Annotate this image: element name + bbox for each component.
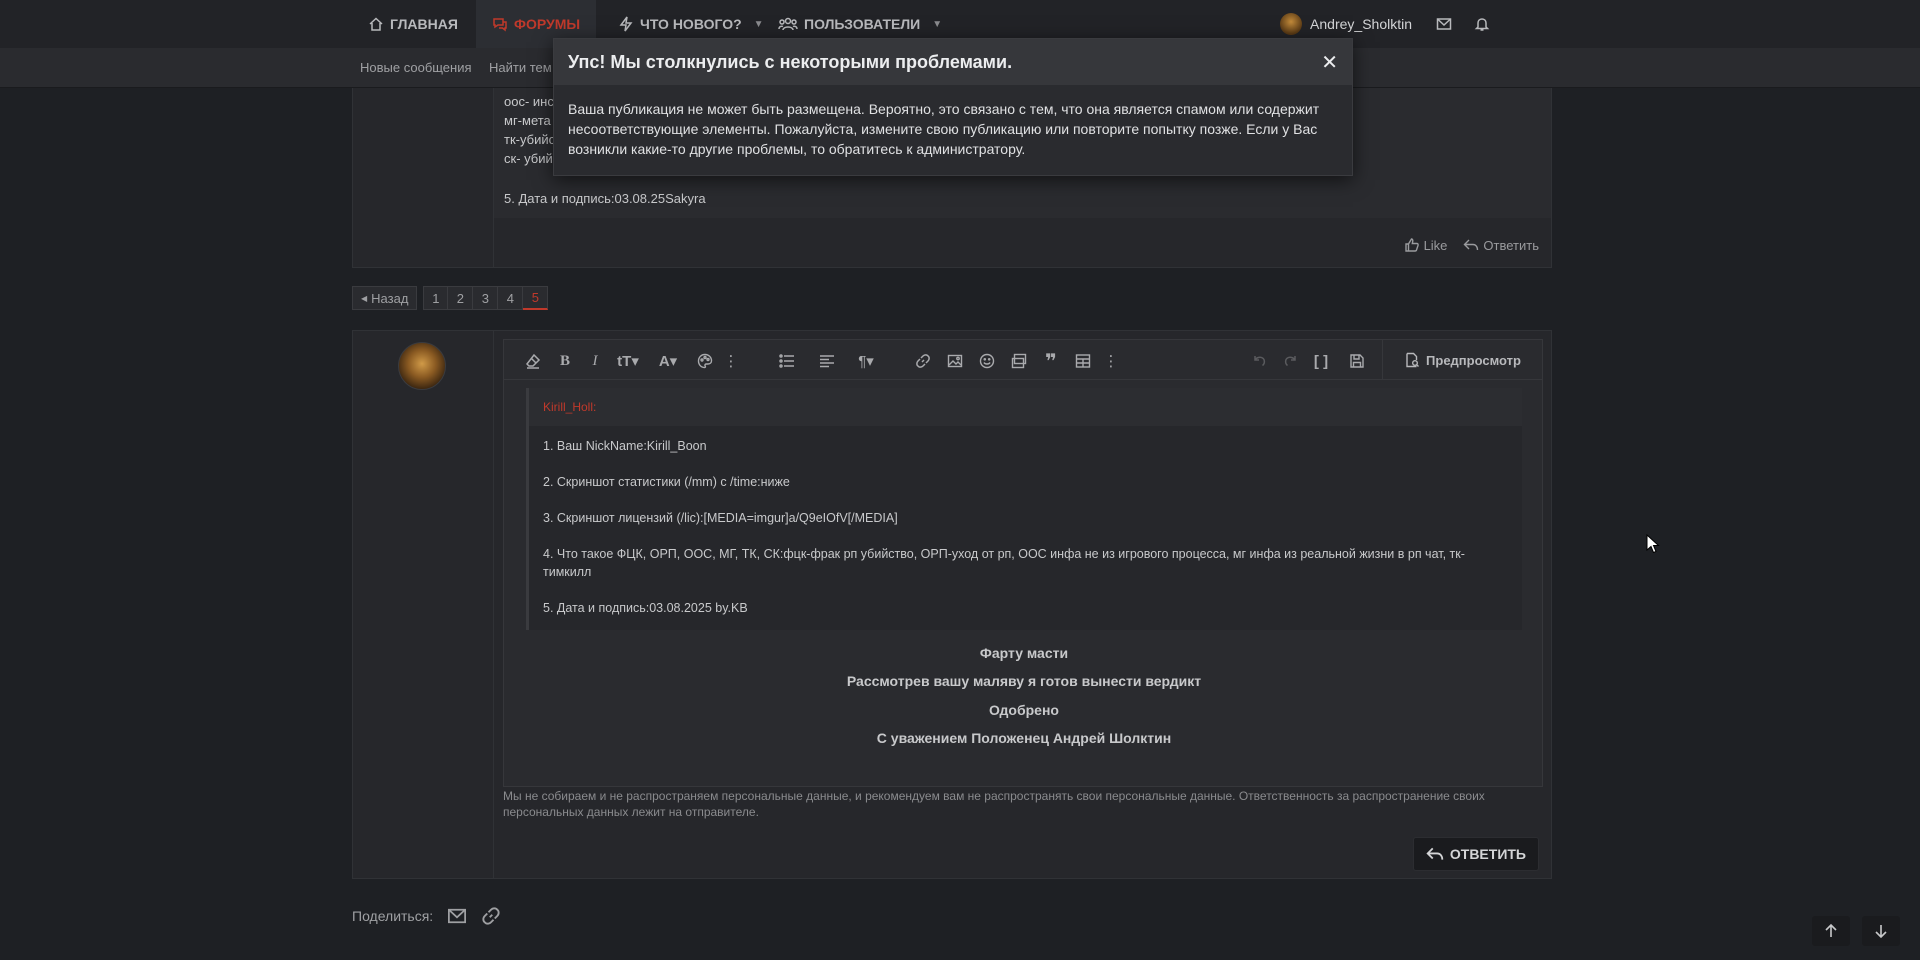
share-bar: Поделиться: xyxy=(352,906,501,926)
submit-reply-button[interactable]: Ответить xyxy=(1412,837,1539,871)
reply-icon xyxy=(1463,237,1479,253)
preview-button[interactable]: Предпросмотр xyxy=(1382,340,1542,380)
pagination-page[interactable]: 4 xyxy=(498,286,524,310)
post-signature-line: 5. Дата и подпись:03.08.25Sakyra xyxy=(504,191,706,206)
home-icon xyxy=(368,16,384,32)
quote-line: 5. Дата и подпись:03.08.2025 by.KB xyxy=(543,601,748,615)
quote-icon[interactable]: ❞ xyxy=(1042,351,1060,373)
pagination-prev-button[interactable]: ◀ Назад xyxy=(352,286,418,310)
post-user-column xyxy=(353,88,494,267)
dialog-title: Упс! Мы столкнулись с некоторыми проблем… xyxy=(568,51,1013,72)
post-text-line: мг-мета xyxy=(504,113,551,128)
pagination-page[interactable]: 3 xyxy=(473,286,499,310)
media-icon[interactable] xyxy=(1010,352,1028,370)
share-label: Поделиться: xyxy=(352,908,434,924)
post-text-line: тк-убийс xyxy=(504,132,556,147)
quote-block: Kirill_Holl: 1. Ваш NickName:Kirill_Boon… xyxy=(526,388,1522,630)
reply-button[interactable]: Ответить xyxy=(1463,237,1539,253)
palette-icon[interactable] xyxy=(696,352,714,370)
editor-toolbar: B I tT▾ A▾ ⋮ ¶▾ ❞ ⋮ [ ] Предпросмотр xyxy=(504,340,1542,380)
pagination-page-current[interactable]: 5 xyxy=(523,286,549,310)
nav-home-label: Главная xyxy=(390,16,458,32)
table-icon[interactable] xyxy=(1074,352,1092,370)
subnav-new-posts[interactable]: Новые сообщения xyxy=(360,60,472,75)
more-vertical-icon[interactable]: ⋮ xyxy=(722,352,740,370)
link-icon[interactable] xyxy=(481,906,501,926)
pagination-pages: 1 2 3 4 5 xyxy=(423,286,549,310)
users-icon xyxy=(778,16,798,32)
mail-icon[interactable] xyxy=(1436,16,1452,32)
mouse-cursor-icon xyxy=(1646,534,1660,554)
quick-reply: B I tT▾ A▾ ⋮ ¶▾ ❞ ⋮ [ ] Предпросмотр Kir… xyxy=(352,330,1552,879)
mail-icon[interactable] xyxy=(447,906,467,926)
text-size-icon[interactable]: tT▾ xyxy=(612,352,644,370)
bold-icon[interactable]: B xyxy=(556,352,574,370)
chevron-left-icon: ◀ xyxy=(361,293,368,303)
reply-text-line: Фарту масти xyxy=(979,645,1069,661)
bbcode-icon[interactable]: [ ] xyxy=(1312,352,1330,370)
close-icon[interactable]: ✕ xyxy=(1321,50,1338,75)
image-icon[interactable] xyxy=(946,352,964,370)
clear-format-icon[interactable] xyxy=(524,352,542,370)
scroll-bottom-button[interactable] xyxy=(1862,916,1900,946)
reply-user-column xyxy=(353,331,494,878)
chevron-down-icon[interactable]: ▼ xyxy=(754,19,764,30)
quote-line: 2. Скриншот статистики (/mm) с /time:ниж… xyxy=(543,475,790,489)
nav-whats-new-label: Что нового? xyxy=(640,16,742,32)
reply-text-line: Одобрено xyxy=(989,702,1059,718)
emoji-icon[interactable] xyxy=(978,352,996,370)
pagination-page[interactable]: 2 xyxy=(448,286,474,310)
reply-text-line: Рассмотрев вашу маляву я готов вынести в… xyxy=(846,673,1202,689)
error-dialog: Упс! Мы столкнулись с некоторыми проблем… xyxy=(553,38,1353,176)
post-text-line: оос- инс xyxy=(504,94,554,109)
font-family-icon[interactable]: A▾ xyxy=(654,352,682,370)
preview-label: Предпросмотр xyxy=(1426,352,1521,368)
reply-label: Ответить xyxy=(1483,237,1539,253)
quote-line: 3. Скриншот лицензий (/lic):[MEDIA=imgur… xyxy=(543,511,898,525)
pagination: ◀ Назад 1 2 3 4 5 xyxy=(352,286,549,310)
dialog-message: Ваша публикация не может быть размещена.… xyxy=(568,101,1320,157)
subnav-find-threads[interactable]: Найти тем xyxy=(489,60,552,75)
reply-icon xyxy=(1426,845,1444,863)
privacy-disclaimer: Мы не собираем и не распространяем персо… xyxy=(503,789,1485,819)
username[interactable]: Andrey_Sholktin xyxy=(1310,16,1412,32)
undo-icon[interactable] xyxy=(1250,352,1268,370)
align-icon[interactable] xyxy=(812,352,842,370)
nav-forums-label: Форумы xyxy=(514,16,581,32)
italic-icon[interactable]: I xyxy=(586,352,604,370)
nav-home[interactable]: Главная xyxy=(368,0,458,48)
dialog-header: Упс! Мы столкнулись с некоторыми проблем… xyxy=(554,39,1352,85)
chevron-down-icon[interactable]: ▼ xyxy=(932,19,942,30)
avatar[interactable] xyxy=(398,342,446,390)
preview-icon xyxy=(1404,352,1420,368)
quote-line: 4. Что такое ФЦК, ОРП, ООС, МГ, ТК, СК:ф… xyxy=(543,547,1465,579)
post-text-line: ск- убий xyxy=(504,151,553,166)
link-icon[interactable] xyxy=(914,352,932,370)
post-actions: Like Ответить xyxy=(1404,237,1539,253)
rich-text-editor[interactable]: B I tT▾ A▾ ⋮ ¶▾ ❞ ⋮ [ ] Предпросмотр Kir… xyxy=(503,339,1543,787)
nav-members-label: Пользователи xyxy=(804,16,921,32)
thumbs-up-icon xyxy=(1404,237,1420,253)
pagination-page[interactable]: 1 xyxy=(423,286,449,310)
list-icon[interactable] xyxy=(772,352,802,370)
like-label: Like xyxy=(1423,237,1448,253)
quote-author[interactable]: Kirill_Holl: xyxy=(529,388,1522,426)
scroll-buttons xyxy=(1812,916,1900,946)
quote-line: 1. Ваш NickName:Kirill_Boon xyxy=(543,439,707,453)
arrow-down-icon xyxy=(1873,923,1889,939)
submit-reply-label: Ответить xyxy=(1449,846,1526,862)
avatar[interactable] xyxy=(1280,13,1303,35)
reply-text-line: С уважением Положенец Андрей Шолктин xyxy=(876,730,1172,746)
scroll-top-button[interactable] xyxy=(1812,916,1850,946)
redo-icon[interactable] xyxy=(1282,352,1300,370)
bell-icon[interactable] xyxy=(1474,16,1490,32)
paragraph-icon[interactable]: ¶▾ xyxy=(852,352,880,370)
chat-icon xyxy=(492,16,508,32)
bolt-icon xyxy=(618,16,634,32)
arrow-up-icon xyxy=(1823,923,1839,939)
draft-save-icon[interactable] xyxy=(1342,352,1372,370)
pagination-prev-label: Назад xyxy=(371,290,409,306)
more-vertical-icon[interactable]: ⋮ xyxy=(1102,352,1120,370)
like-button[interactable]: Like xyxy=(1404,237,1448,253)
